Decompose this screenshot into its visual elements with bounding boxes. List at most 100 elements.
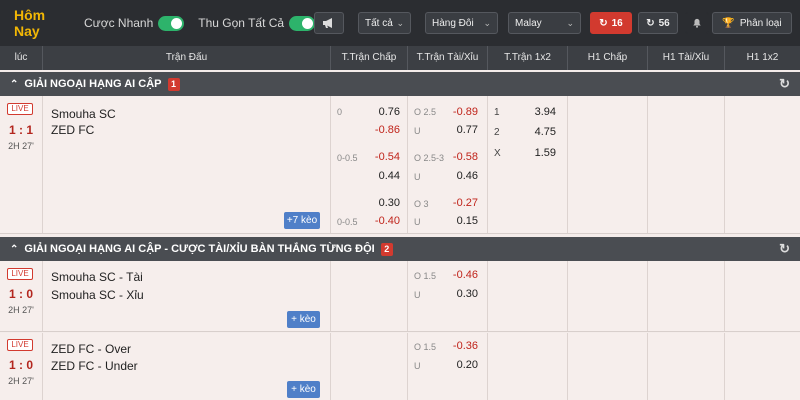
page-title: Hôm Nay xyxy=(14,7,46,39)
live-badge: LIVE xyxy=(7,268,33,280)
home-team: Smouha SC - Tài xyxy=(51,270,143,284)
sort-value: Hàng Đôi xyxy=(432,17,474,29)
announcement-button[interactable] xyxy=(314,12,344,34)
column-header-over-under: T.Trận Tài/Xỉu xyxy=(407,46,487,70)
under-line: U xyxy=(414,126,421,136)
league-header[interactable]: ⌃ GIẢI NGOẠI HẠNG AI CẬP 1 ↻ xyxy=(0,72,800,96)
match-row: LIVE 1 : 0 2H 27' ZED FC - Over ZED FC -… xyxy=(0,333,800,400)
chevron-down-icon: ⌄ xyxy=(483,17,491,28)
refresh-count: 56 xyxy=(658,17,670,29)
away-team: ZED FC - Under xyxy=(51,359,138,373)
home-team: ZED FC - Over xyxy=(51,342,131,356)
sort-select[interactable]: Hàng Đôi ⌄ xyxy=(425,12,498,34)
refresh-icon[interactable]: ↻ xyxy=(779,76,790,92)
live-badge: LIVE xyxy=(7,339,33,351)
1x2-label: X xyxy=(494,148,501,159)
collapse-all-label: Thu Gọn Tất Cả xyxy=(198,16,285,30)
match-score: 1 : 0 xyxy=(8,358,33,372)
under-odd[interactable]: 0.20 xyxy=(438,359,478,371)
column-header-handicap: T.Trận Chấp xyxy=(330,46,407,70)
1x2-odd[interactable]: 4.75 xyxy=(516,126,556,138)
league-name: GIẢI NGOẠI HẠNG AI CẬP - CƯỢC TÀI/XỈU BÀ… xyxy=(24,243,375,255)
handicap-line: 0 xyxy=(337,107,343,117)
trophy-icon: 🏆 xyxy=(722,17,735,29)
match-time: 2H 27' xyxy=(8,305,34,315)
1x2-odd[interactable]: 1.59 xyxy=(516,147,556,159)
1x2-odd[interactable]: 3.94 xyxy=(516,106,556,118)
over-odd[interactable]: -0.58 xyxy=(438,151,478,163)
league-name: GIẢI NGOẠI HẠNG AI CẬP xyxy=(24,78,162,90)
1x2-label: 1 xyxy=(494,107,500,118)
column-header-match: Trận Đấu xyxy=(42,46,330,70)
match-time: 2H 27' xyxy=(8,141,34,151)
column-header-time: lúc xyxy=(14,52,28,63)
more-markets-button[interactable]: + kèo xyxy=(287,381,320,398)
1x2-label: 2 xyxy=(494,127,500,138)
chevron-up-icon: ⌃ xyxy=(10,78,19,90)
more-markets-button[interactable]: +7 kèo xyxy=(284,212,320,229)
over-odd[interactable]: -0.27 xyxy=(438,197,478,209)
quick-bet-label: Cược Nhanh xyxy=(84,16,154,30)
away-team: ZED FC xyxy=(51,123,95,137)
handicap-home-odd[interactable]: 0.76 xyxy=(360,106,400,118)
quick-bet-toggle[interactable] xyxy=(158,15,185,31)
more-markets-button[interactable]: + kèo xyxy=(287,311,320,328)
handicap-line: 0-0.5 xyxy=(337,153,358,163)
notification-button[interactable] xyxy=(685,12,709,34)
over-odd[interactable]: -0.36 xyxy=(438,340,478,352)
over-line: O 1.5 xyxy=(414,271,437,281)
filter-select[interactable]: Tất cả ⌄ xyxy=(358,12,411,34)
live-badge: LIVE xyxy=(7,103,33,115)
under-line: U xyxy=(414,361,421,371)
megaphone-icon xyxy=(323,18,332,28)
under-odd[interactable]: 0.15 xyxy=(438,215,478,227)
column-header-h1-handicap: H1 Chấp xyxy=(567,46,647,70)
league-header[interactable]: ⌃ GIẢI NGOẠI HẠNG AI CẬP - CƯỢC TÀI/XỈU … xyxy=(0,237,800,261)
handicap-away-odd[interactable]: -0.86 xyxy=(360,124,400,136)
away-team: Smouha SC - Xỉu xyxy=(51,288,144,302)
under-odd[interactable]: 0.77 xyxy=(438,124,478,136)
column-header-h1-1x2: H1 1x2 xyxy=(724,46,800,70)
handicap-home-odd[interactable]: -0.54 xyxy=(360,151,400,163)
under-line: U xyxy=(414,217,421,227)
live-count-button[interactable]: ↻ 16 xyxy=(590,12,632,34)
chevron-down-icon: ⌄ xyxy=(566,17,574,28)
over-line: O 1.5 xyxy=(414,342,437,352)
match-score: 1 : 1 xyxy=(8,123,33,137)
match-time: 2H 27' xyxy=(8,376,34,386)
under-odd[interactable]: 0.46 xyxy=(438,170,478,182)
refresh-count-button[interactable]: ↻ 56 xyxy=(638,12,678,34)
over-odd[interactable]: -0.46 xyxy=(438,269,478,281)
refresh-icon: ↻ xyxy=(646,17,655,29)
live-count: 16 xyxy=(611,17,623,29)
handicap-line: 0-0.5 xyxy=(337,217,358,227)
match-row: LIVE 1 : 0 2H 27' Smouha SC - Tài Smouha… xyxy=(0,261,800,332)
handicap-away-odd[interactable]: 0.44 xyxy=(360,170,400,182)
match-score: 1 : 0 xyxy=(8,287,33,301)
under-line: U xyxy=(414,290,421,300)
handicap-home-odd[interactable]: 0.30 xyxy=(360,197,400,209)
column-header-1x2: T.Trận 1x2 xyxy=(487,46,567,70)
filter-value: Tất cả xyxy=(365,17,393,29)
collapse-all-toggle[interactable] xyxy=(289,15,316,31)
category-label: Phân loại xyxy=(739,17,782,29)
refresh-icon[interactable]: ↻ xyxy=(779,241,790,257)
handicap-away-odd[interactable]: -0.40 xyxy=(360,215,400,227)
column-header-h1-over-under: H1 Tài/Xỉu xyxy=(647,46,724,70)
bell-icon xyxy=(693,18,701,28)
league-match-count: 1 xyxy=(167,77,180,91)
over-odd[interactable]: -0.89 xyxy=(438,106,478,118)
odds-type-select[interactable]: Malay ⌄ xyxy=(508,12,581,34)
under-odd[interactable]: 0.30 xyxy=(438,288,478,300)
over-line: O 2.5 xyxy=(414,107,437,117)
chevron-down-icon: ⌄ xyxy=(396,17,404,28)
home-team: Smouha SC xyxy=(51,107,116,121)
match-row: LIVE 1 : 1 2H 27' Smouha SC ZED FC 0 0.7… xyxy=(0,96,800,234)
under-line: U xyxy=(414,172,421,182)
column-header-row: lúc Trận Đấu T.Trận Chấp T.Trận Tài/Xỉu … xyxy=(0,46,800,70)
odds-type-value: Malay xyxy=(515,17,542,29)
refresh-icon: ↻ xyxy=(599,17,608,29)
category-button[interactable]: 🏆 Phân loại xyxy=(712,12,792,34)
chevron-up-icon: ⌃ xyxy=(10,243,19,255)
league-match-count: 2 xyxy=(380,242,393,256)
